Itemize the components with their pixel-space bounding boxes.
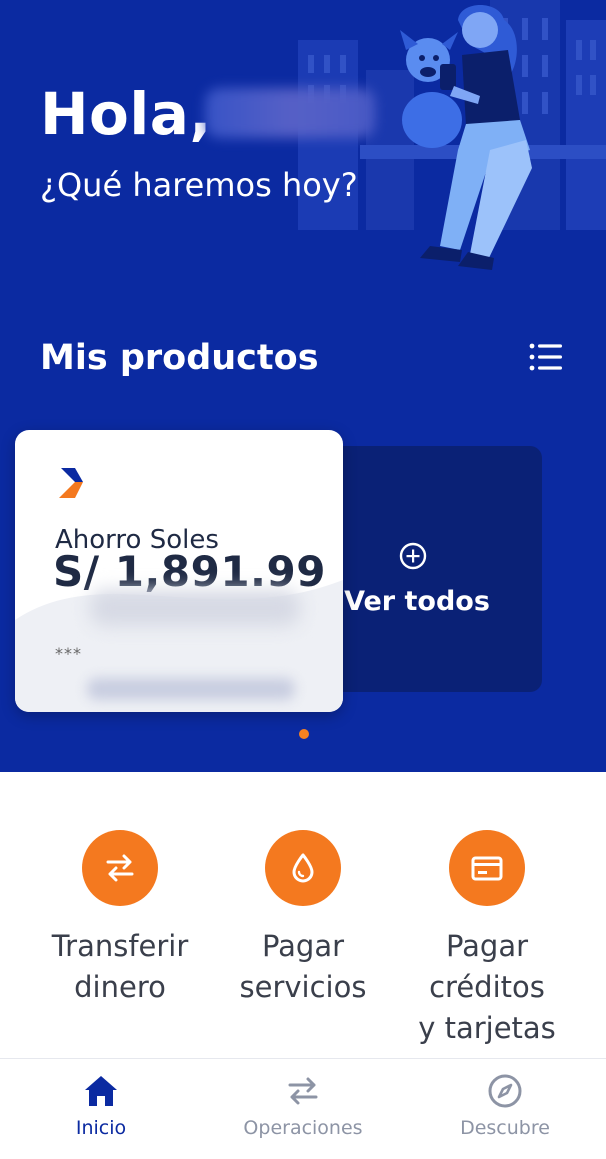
view-all-products-card[interactable]: Ver todos [320,446,542,692]
compass-icon [488,1074,522,1108]
nav-item-operaciones[interactable]: Operaciones [202,1073,404,1139]
account-balance: S/ 1,891.99 [53,547,326,596]
redacted-info [90,590,300,626]
nav-item-descubre[interactable]: Descubre [404,1073,606,1139]
pay-services-button[interactable] [265,830,341,906]
water-drop-icon [292,853,314,883]
plus-circle-icon [399,542,427,570]
products-section-title: Mis productos [40,338,319,378]
savings-account-card[interactable]: Ahorro Soles S/ 1,891.99 *** [15,430,343,712]
action-label-line1: Pagar [445,929,529,963]
nav-label-operaciones: Operaciones [243,1117,363,1139]
nav-label-descubre: Descubre [460,1117,550,1139]
action-label-line1: Pagar [261,929,345,963]
person-with-dog-illustration [400,5,532,270]
list-icon[interactable] [528,342,564,372]
redacted-account-number [87,678,295,700]
greeting-title: Hola, [40,80,212,148]
transfer-money-action[interactable]: Transferir dinero [20,830,220,1008]
pay-credits-cards-action[interactable]: Pagar créditos y tarjetas [387,830,587,1049]
bottom-navigation: Inicio Operaciones Descubre [0,1058,606,1159]
pay-services-action[interactable]: Pagar servicios [203,830,403,1008]
pay-credits-button[interactable] [449,830,525,906]
home-icon [85,1076,117,1106]
transfer-arrows-icon [106,854,134,882]
hero-section: Hola, ¿Qué haremos hoy? Mis productos Ve… [0,0,606,772]
action-label-line2: créditos [429,970,545,1004]
transfer-arrows-icon [288,1077,318,1105]
chevron-logo-icon [59,468,83,498]
transfer-action-button[interactable] [82,830,158,906]
action-label-line1: Transferir [51,929,189,963]
action-label-line2: dinero [74,970,166,1004]
greeting-subtitle: ¿Qué haremos hoy? [40,166,358,204]
view-all-label: Ver todos [344,586,490,617]
carousel-page-indicator [299,729,309,739]
nav-label-inicio: Inicio [75,1117,127,1139]
user-name-redacted [205,88,375,138]
action-label-line3: y tarjetas [418,1011,556,1045]
action-label-line2: servicios [239,970,367,1004]
nav-item-inicio[interactable]: Inicio [0,1073,202,1139]
credit-card-icon [471,856,503,881]
account-number-masked: *** [55,644,82,663]
